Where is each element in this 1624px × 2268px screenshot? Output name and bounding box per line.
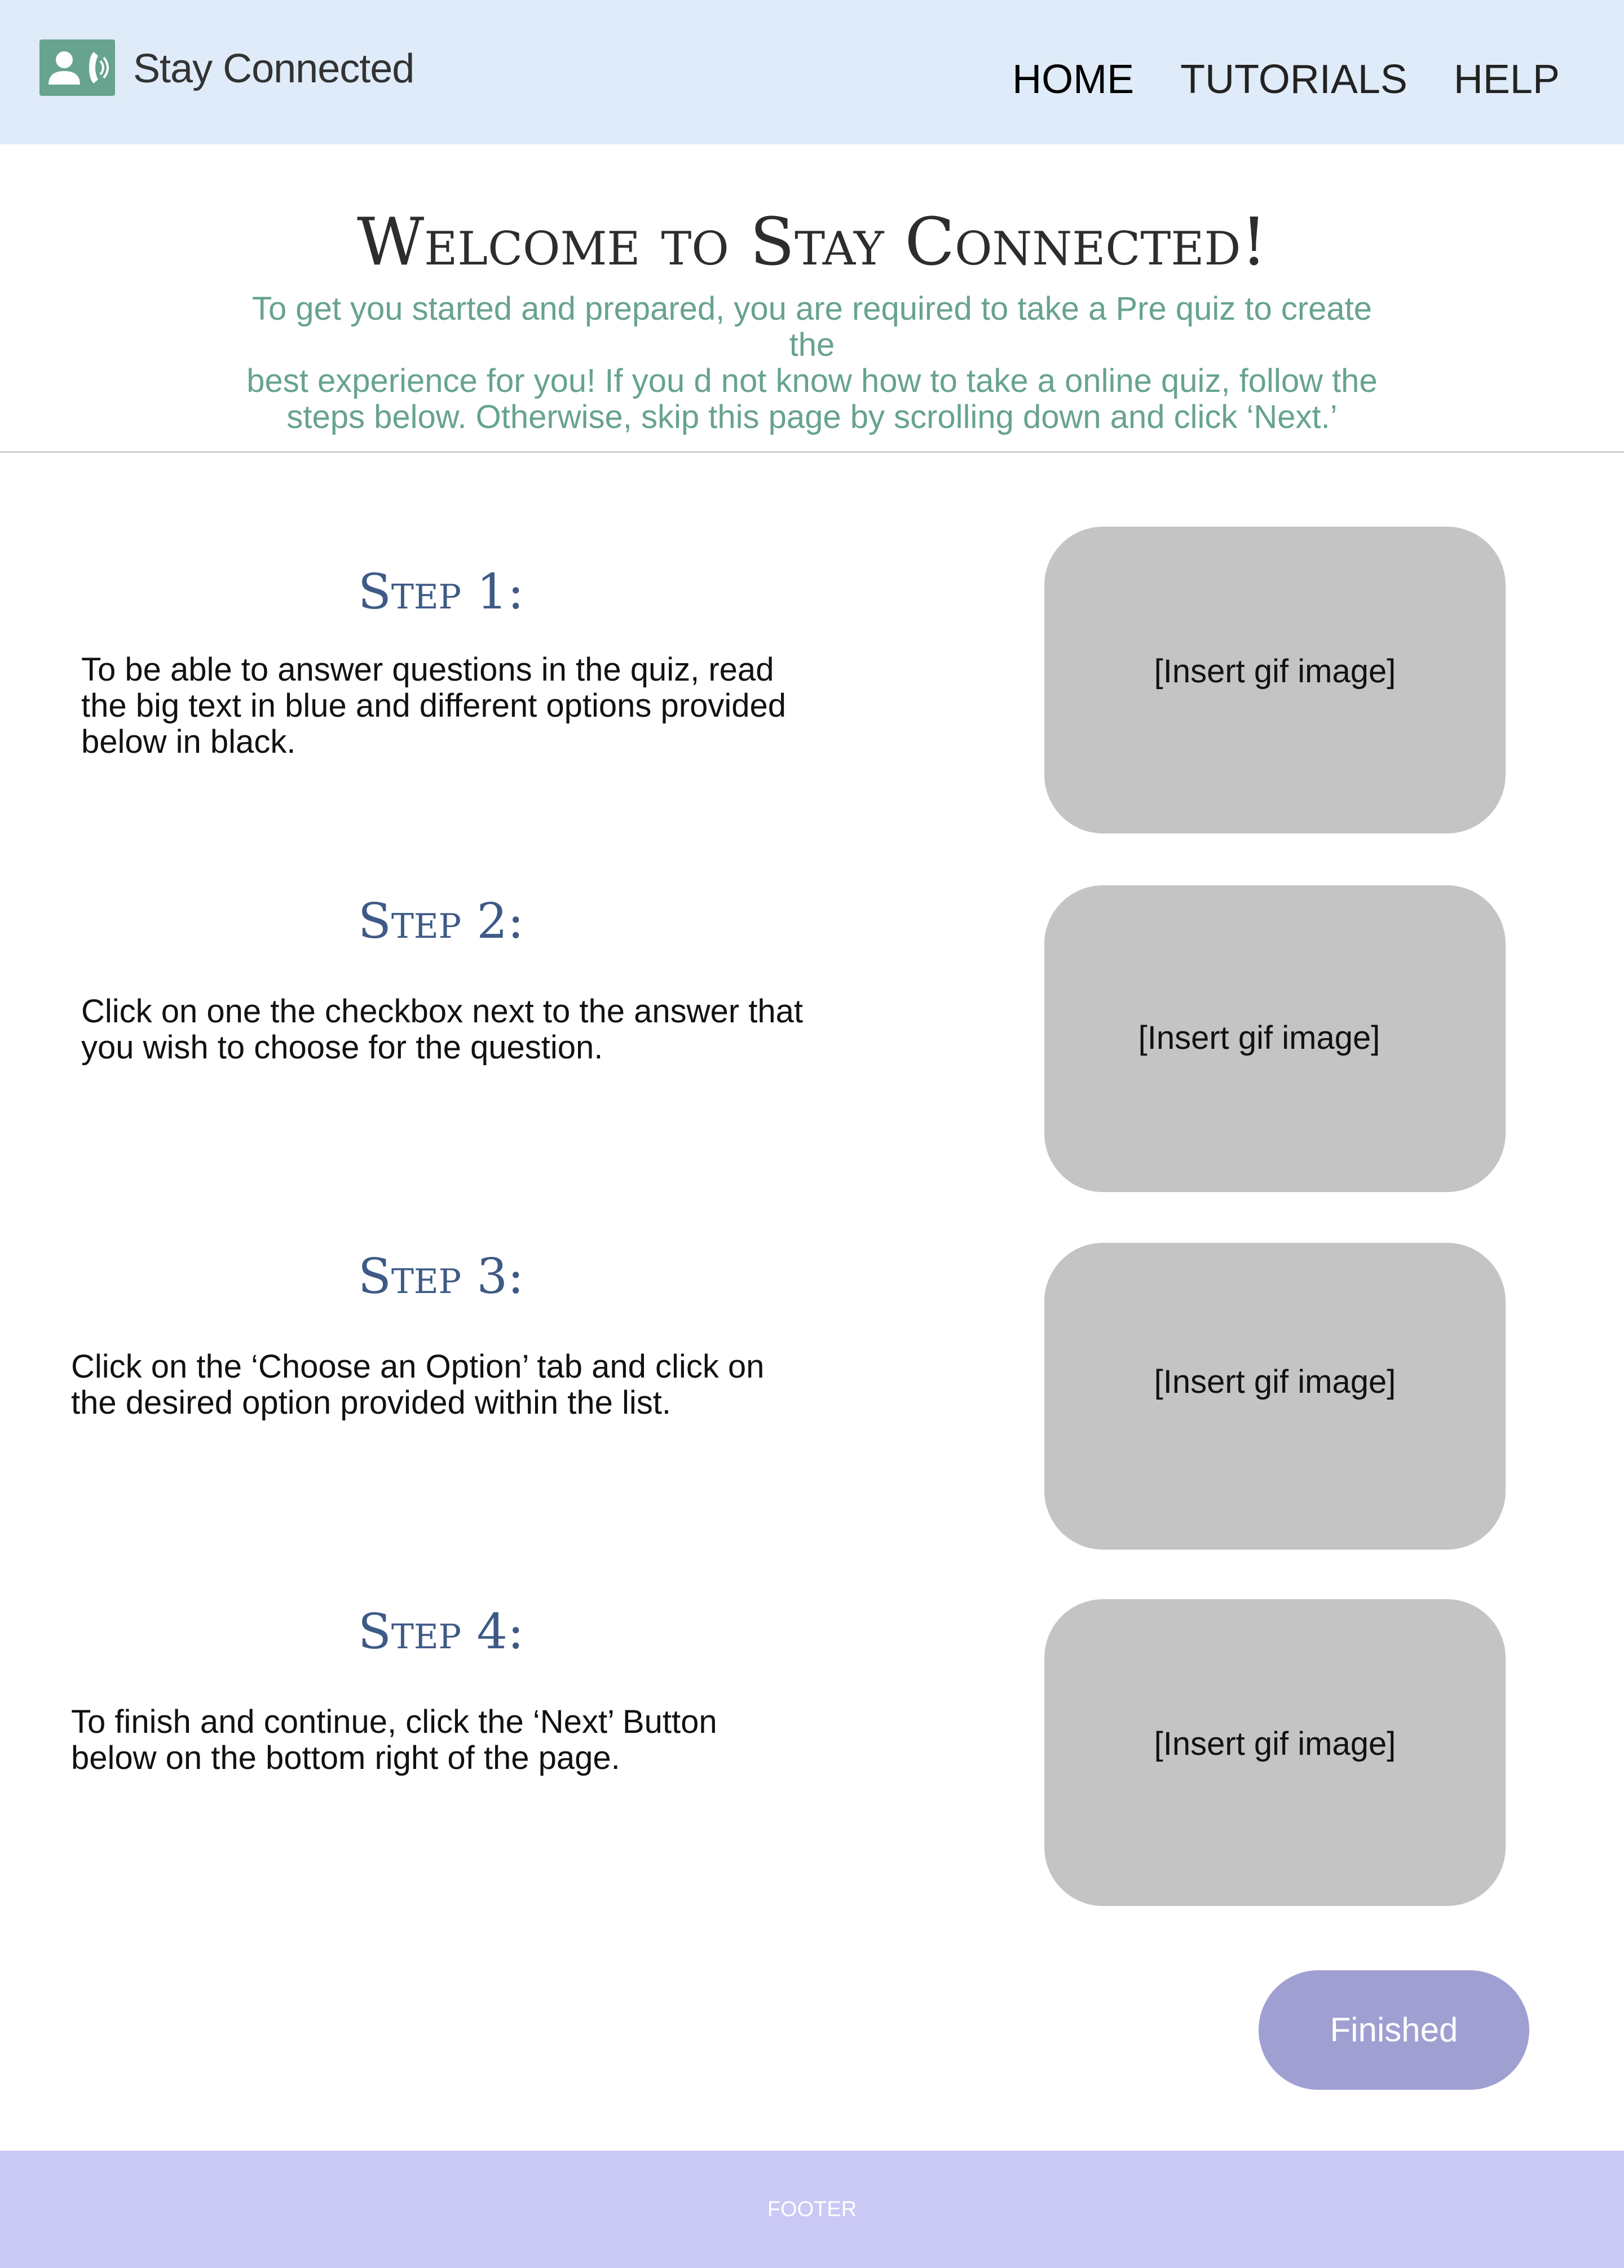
step-3-text: Click on the ‘Choose an Option’ tab and … [71,1349,827,1421]
step-3-heading: Step 3: [358,1248,524,1305]
footer-label: FOOTER [767,2198,857,2221]
step-text-line: the big text in blue and different optio… [81,687,787,724]
gif-placeholder-label: [Insert gif image] [1138,1020,1380,1056]
step-text-line: the desired option provided within the l… [71,1384,671,1421]
step-4-heading: Step 4: [358,1604,524,1660]
app-title: Stay Connected [133,46,414,91]
step-3-gif-placeholder: [Insert gif image] [1044,1243,1506,1550]
subtitle-line: best experience for you! If you d not kn… [246,363,1378,399]
step-2-heading: Step 2: [358,893,524,950]
step-2-text: Click on one the checkbox next to the an… [81,994,837,1066]
footer: FOOTER [0,2151,1624,2268]
gif-placeholder-label: [Insert gif image] [1154,1364,1396,1400]
section-divider [0,451,1624,453]
step-text-line: To be able to answer questions in the qu… [81,651,774,688]
step-1-text: To be able to answer questions in the qu… [81,652,837,760]
step-4-gif-placeholder: [Insert gif image] [1044,1599,1506,1906]
gif-placeholder-label: [Insert gif image] [1154,1726,1396,1762]
subtitle-line: steps below. Otherwise, skip this page b… [286,399,1338,435]
welcome-subtitle: To get you started and prepared, you are… [226,291,1398,435]
step-2-gif-placeholder: [Insert gif image] [1044,885,1506,1192]
step-4-text: To finish and continue, click the ‘Next’… [71,1704,827,1776]
step-text-line: below on the bottom right of the page. [71,1740,620,1776]
finished-button[interactable]: Finished [1259,1970,1529,2090]
nav-help[interactable]: HELP [1454,54,1560,105]
nav-tutorials[interactable]: TUTORIALS [1180,54,1407,105]
step-text-line: you wish to choose for the question. [81,1029,603,1066]
step-1-gif-placeholder: [Insert gif image] [1044,527,1506,833]
header: Stay Connected HOME TUTORIALS HELP [0,0,1624,144]
step-text-line: Click on the ‘Choose an Option’ tab and … [71,1348,765,1385]
gif-placeholder-label: [Insert gif image] [1154,653,1396,690]
page-title: Welcome to Stay Connected! [356,204,1268,280]
step-text-line: below in black. [81,723,296,760]
subtitle-line: To get you started and prepared, you are… [251,290,1373,363]
step-text-line: To finish and continue, click the ‘Next’… [71,1704,717,1740]
nav-home[interactable]: HOME [1012,54,1134,105]
step-1-heading: Step 1: [358,564,524,620]
step-text-line: Click on one the checkbox next to the an… [81,993,803,1030]
contact-phone-icon[interactable] [39,39,115,96]
main-nav: HOME TUTORIALS HELP [1012,54,1560,105]
